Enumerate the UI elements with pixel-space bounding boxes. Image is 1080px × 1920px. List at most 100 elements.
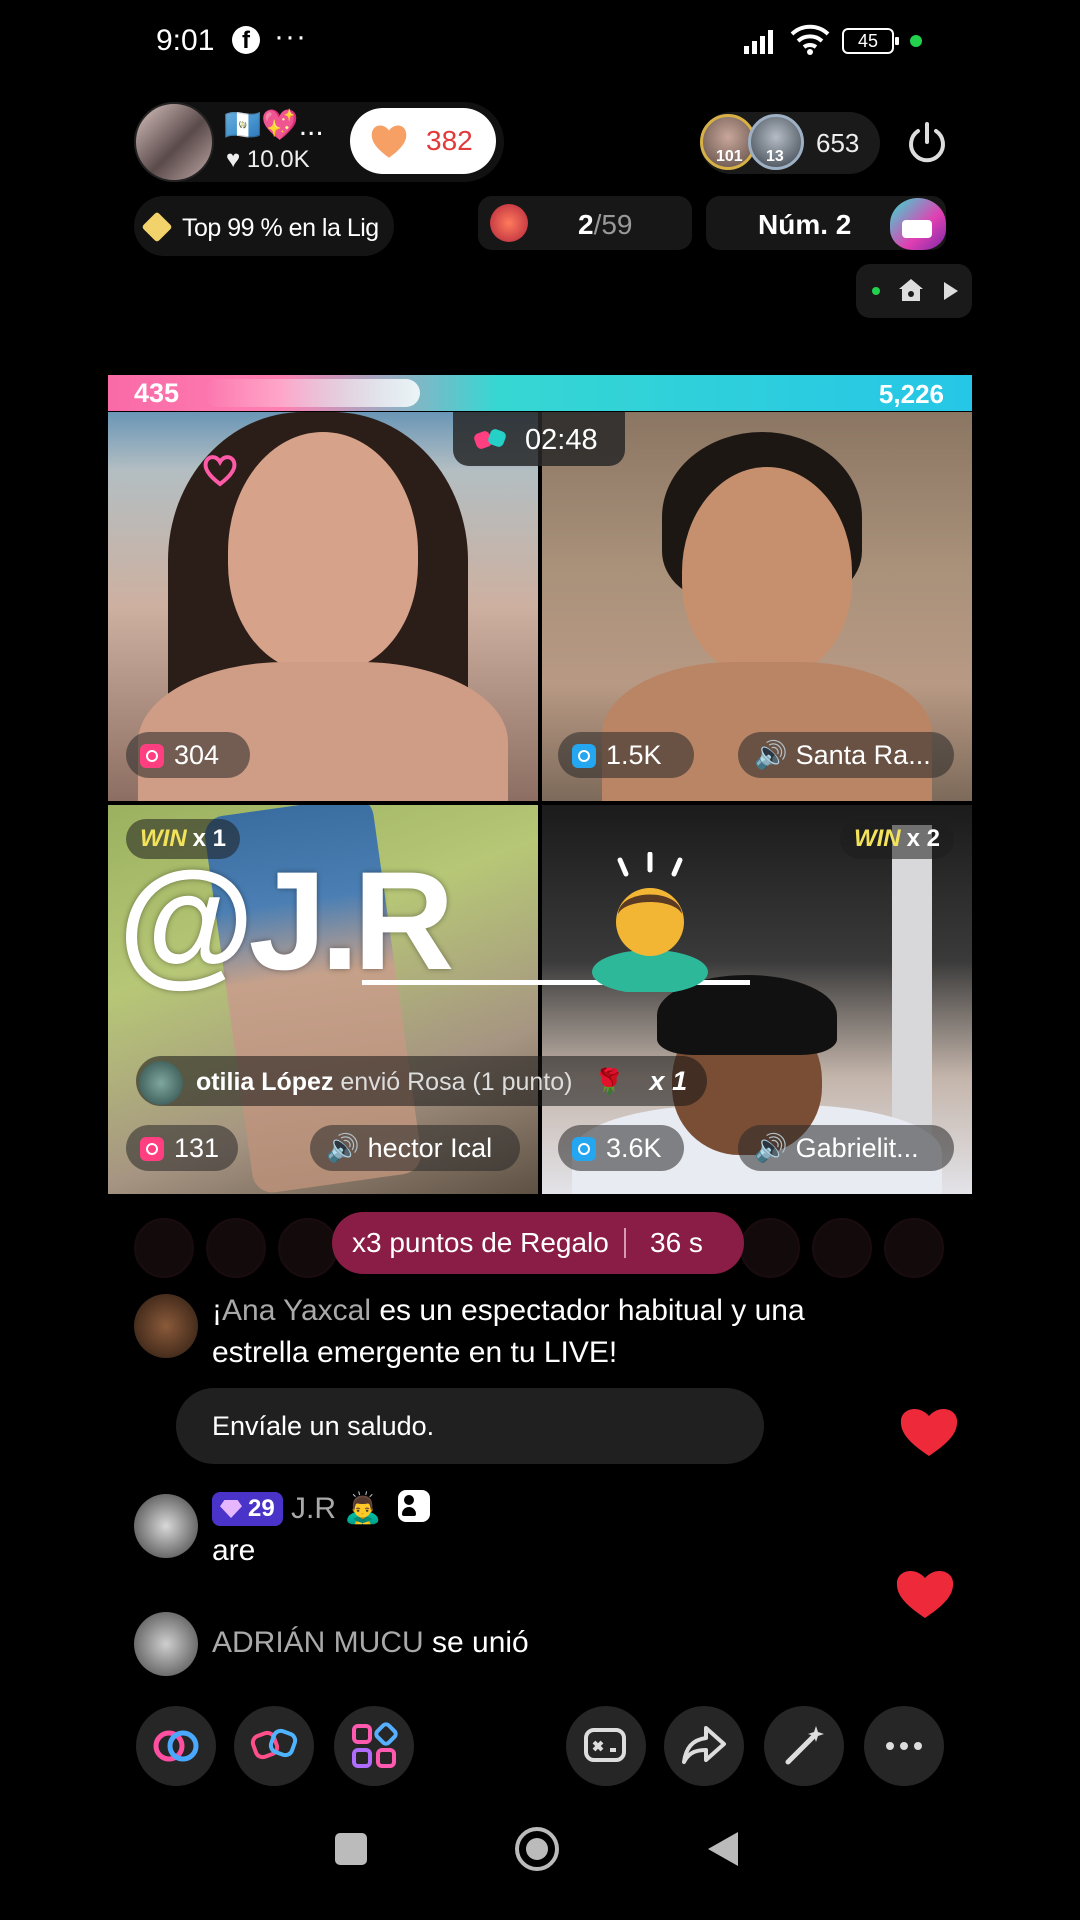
recent-apps-icon[interactable] bbox=[334, 1832, 368, 1866]
top-viewers[interactable]: 101 13 653 bbox=[700, 112, 880, 174]
host-likes: ♥ 10.0K bbox=[226, 146, 310, 174]
speaker-icon: 🔊 bbox=[754, 1133, 788, 1163]
send-greeting-button[interactable]: Envíale un saludo. bbox=[176, 1388, 764, 1464]
match-count: 2/59 bbox=[578, 209, 633, 240]
contributor-avatar[interactable] bbox=[278, 1218, 338, 1278]
chat-text: se unió bbox=[423, 1626, 529, 1659]
guest-name-pill[interactable]: 🔊 hector Ical bbox=[310, 1125, 520, 1171]
username-sticker: @J.R bbox=[118, 842, 454, 999]
apps-grid-icon bbox=[352, 1722, 398, 1768]
game-controller-icon bbox=[584, 1728, 626, 1762]
more-button[interactable] bbox=[864, 1706, 944, 1786]
match-progress[interactable]: 2/59 bbox=[478, 196, 692, 250]
win-badge: WIN x 2 bbox=[839, 819, 954, 859]
chat-avatar[interactable] bbox=[134, 1494, 198, 1558]
rank-trophy-icon bbox=[890, 198, 946, 250]
fan-level-badge: 29 bbox=[212, 1492, 283, 1526]
battle-timer: 02:48 bbox=[453, 412, 625, 466]
gift-action: envió Rosa (1 punto) bbox=[340, 1068, 573, 1096]
man-bowing-emoji-icon bbox=[592, 852, 708, 992]
video-face bbox=[228, 432, 418, 672]
live-controls[interactable] bbox=[856, 264, 972, 318]
right-score: 5,226 bbox=[878, 379, 944, 409]
battle-gloves-icon bbox=[474, 429, 506, 449]
guest-video-2[interactable]: 1.5K 🔊 Santa Ra... bbox=[542, 412, 972, 801]
status-time: 9:01 bbox=[156, 24, 215, 57]
game-button[interactable] bbox=[566, 1706, 646, 1786]
more-dots-icon bbox=[886, 1742, 922, 1750]
home-button-icon[interactable] bbox=[514, 1826, 560, 1872]
apps-button[interactable] bbox=[334, 1706, 414, 1786]
guest-score-value: 3.6K bbox=[606, 1133, 662, 1163]
viewer-badge: 13 bbox=[766, 148, 784, 165]
back-icon[interactable] bbox=[706, 1830, 740, 1868]
guest-name: Santa Ra... bbox=[795, 740, 931, 770]
guest-name-pill[interactable]: 🔊 Santa Ra... bbox=[738, 732, 954, 778]
contributor-avatar[interactable] bbox=[134, 1218, 194, 1278]
guest-score-value: 1.5K bbox=[606, 740, 662, 770]
contributor-avatar[interactable] bbox=[740, 1218, 800, 1278]
host-info[interactable]: 🇬🇹💖... ♥ 10.0K 382 bbox=[134, 102, 504, 182]
effects-button[interactable] bbox=[764, 1706, 844, 1786]
guest-score-value: 131 bbox=[174, 1133, 220, 1163]
battle-button[interactable] bbox=[234, 1706, 314, 1786]
guest-score-value: 304 bbox=[174, 740, 220, 770]
contributor-avatar[interactable] bbox=[206, 1218, 266, 1278]
power-icon[interactable] bbox=[904, 120, 950, 166]
chat-avatar[interactable] bbox=[134, 1612, 198, 1676]
heart-outline-icon bbox=[203, 455, 237, 487]
signal-icon bbox=[744, 30, 773, 54]
contributor-avatar[interactable] bbox=[812, 1218, 872, 1278]
recording-dot-icon bbox=[910, 35, 922, 47]
rank-badge[interactable]: Núm. 2 bbox=[706, 196, 946, 250]
diamond-icon bbox=[141, 211, 173, 243]
guest-score: 1.5K bbox=[558, 732, 694, 778]
guest-name: hector Ical bbox=[367, 1133, 493, 1163]
sender-avatar bbox=[139, 1061, 183, 1106]
gift-clock-icon bbox=[572, 1137, 596, 1161]
chat-username[interactable]: ADRIÁN MUCU bbox=[212, 1626, 424, 1659]
speaker-icon: 🔊 bbox=[754, 740, 788, 770]
share-arrow-icon bbox=[682, 1726, 726, 1764]
viewer-badge: 101 bbox=[716, 148, 743, 165]
gift-count-button[interactable]: 382 bbox=[350, 108, 496, 174]
guest-score: 304 bbox=[126, 732, 250, 778]
battle-score-bar: 435 5,226 bbox=[108, 375, 972, 411]
status-more-icon: ··· bbox=[274, 20, 307, 53]
win-label: WIN bbox=[853, 825, 901, 852]
chat-text: es un espectador habitual y una bbox=[371, 1294, 805, 1327]
chat-username[interactable]: J.R bbox=[291, 1492, 336, 1525]
left-score: 435 bbox=[134, 378, 180, 408]
host-name: 🇬🇹💖... bbox=[224, 109, 324, 142]
heart-icon: ♥ bbox=[226, 146, 241, 173]
chat-avatar[interactable] bbox=[134, 1294, 198, 1358]
gift-clock-icon bbox=[140, 744, 164, 768]
gift-points-time: 36 s bbox=[650, 1227, 703, 1258]
chat-text: are bbox=[212, 1534, 256, 1567]
gem-icon bbox=[220, 1500, 242, 1518]
guest-video-1[interactable]: 304 bbox=[108, 412, 538, 801]
host-avatar[interactable] bbox=[134, 102, 214, 182]
contributor-avatar[interactable] bbox=[884, 1218, 944, 1278]
gift-multiplier: x 1 bbox=[649, 1066, 688, 1096]
man-emoji-icon: 🙇‍♂️ bbox=[344, 1492, 382, 1525]
gift-clock-icon bbox=[140, 1137, 164, 1161]
facebook-icon: f bbox=[232, 26, 260, 54]
live-dot-icon bbox=[872, 287, 880, 295]
heart-icon[interactable] bbox=[898, 1402, 960, 1458]
chat-text: estrella emergente en tu LIVE! bbox=[212, 1336, 618, 1369]
chat-message-comment: 29 J.R 🙇‍♂️ are bbox=[212, 1488, 431, 1572]
chat-message-system: ¡Ana Yaxcal es un espectador habitual y … bbox=[212, 1290, 805, 1374]
share-button[interactable] bbox=[664, 1706, 744, 1786]
rank-label: Núm. 2 bbox=[758, 209, 852, 240]
guest-name-pill[interactable]: 🔊 Gabrielit... bbox=[738, 1125, 954, 1171]
chat-username[interactable]: Ana Yaxcal bbox=[222, 1294, 371, 1327]
guest-score: 3.6K bbox=[558, 1125, 684, 1171]
gift-notification: otilia López envió Rosa (1 punto) 🌹 x 1 bbox=[136, 1056, 708, 1106]
league-badge[interactable]: Top 99 % en la Lig bbox=[134, 196, 394, 256]
gift-points-banner[interactable]: x3 puntos de Regalo 36 s bbox=[332, 1212, 744, 1274]
viewer-count: 653 bbox=[816, 128, 860, 158]
link-button[interactable] bbox=[136, 1706, 216, 1786]
heart-icon[interactable] bbox=[894, 1564, 956, 1620]
fan-level: 29 bbox=[248, 1495, 275, 1522]
